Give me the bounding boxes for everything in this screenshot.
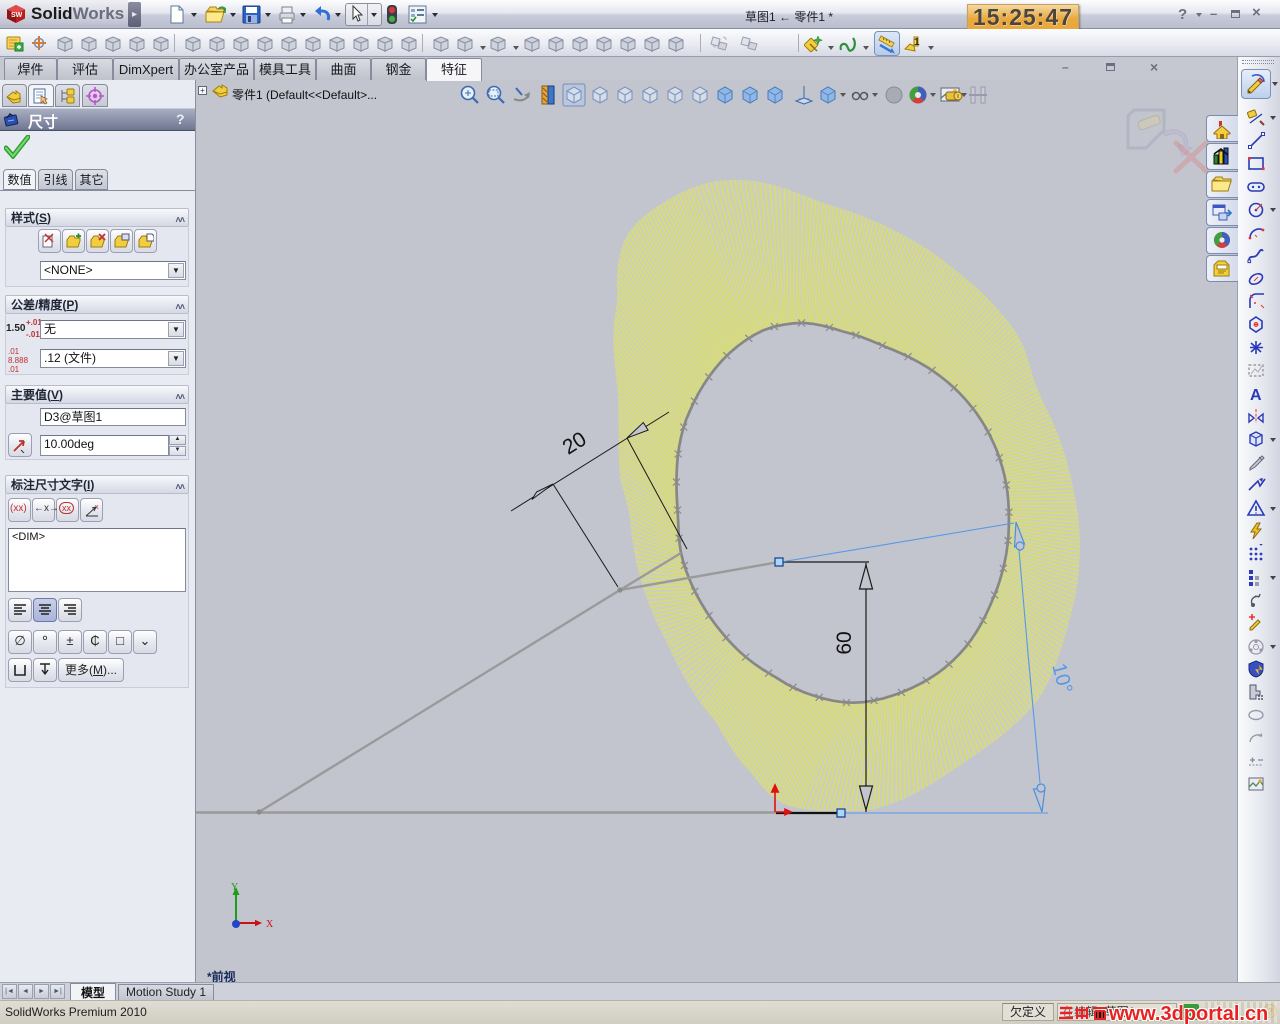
svg-text:SW: SW <box>11 12 23 19</box>
svg-text:Y: Y <box>231 882 238 893</box>
svg-text:A: A <box>1250 387 1262 404</box>
svg-text:60: 60 <box>833 631 856 654</box>
svg-text:10°: 10° <box>1047 661 1076 696</box>
svg-text:20: 20 <box>559 428 591 460</box>
svg-text:1: 1 <box>914 37 920 48</box>
svg-text:X: X <box>266 919 274 930</box>
svg-text:x: x <box>95 504 99 511</box>
